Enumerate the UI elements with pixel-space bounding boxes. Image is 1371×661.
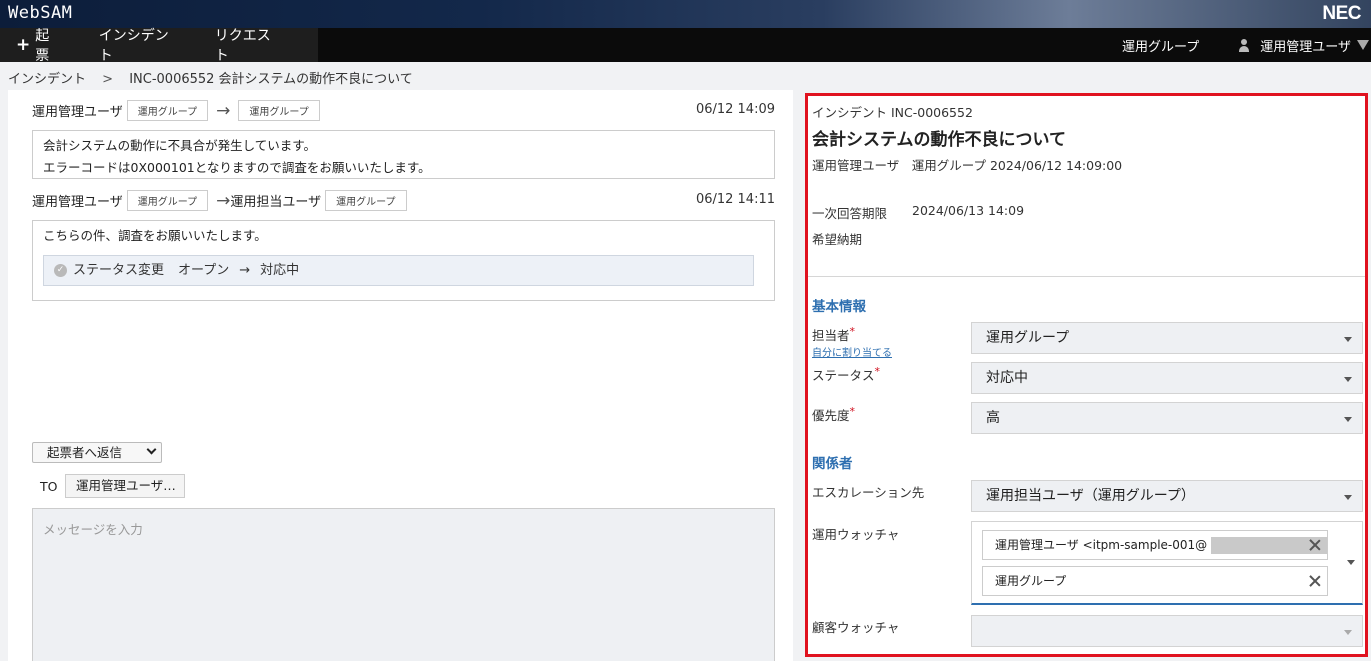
priority-value: 高 <box>986 410 1000 426</box>
desired-due-label: 希望納期 <box>812 232 863 247</box>
message-timestamp: 06/12 14:11 <box>695 192 775 207</box>
breadcrumb-root[interactable]: インシデント <box>8 72 86 87</box>
assignee-select[interactable]: 運用グループ <box>971 322 1363 354</box>
app-logo: WebSAM <box>8 3 73 23</box>
message-header: 運用管理ユーザ 運用グループ → 運用グループ <box>32 100 324 121</box>
message-header: 運用管理ユーザ 運用グループ → 運用担当ユーザ 運用グループ <box>32 190 411 211</box>
caret-down-icon <box>1357 40 1369 50</box>
watcher-chip: 運用グループ <box>982 566 1328 596</box>
breadcrumb: インシデント > INC-0006552 会計システムの動作不良について <box>8 68 413 87</box>
message-line: こちらの件、調査をお願いいたします。 <box>43 228 267 243</box>
escalation-select[interactable]: 運用担当ユーザ（運用グループ） <box>971 480 1363 512</box>
incident-id: インシデント INC-0006552 <box>812 105 973 120</box>
sender-group-tag: 運用グループ <box>126 190 209 211</box>
basic-info-heading: 基本情報 <box>812 299 866 315</box>
plus-icon: + <box>16 35 31 55</box>
status-from: オープン <box>178 262 230 278</box>
arrow-right-icon: → <box>216 190 231 211</box>
ops-watcher-select[interactable]: 運用管理ユーザ <itpm-sample-001@ 運用グループ <box>971 521 1363 605</box>
status-value: 対応中 <box>986 370 1028 386</box>
recipient-group-tag: 運用グループ <box>238 100 320 121</box>
to-label: TO <box>40 479 58 494</box>
message-sender: 運用管理ユーザ <box>32 105 123 120</box>
conversation-panel: 運用管理ユーザ 運用グループ → 運用グループ 06/12 14:09 会計シス… <box>8 90 793 661</box>
nav-item-incident[interactable]: インシデント <box>99 25 175 65</box>
create-button[interactable]: + 起票 <box>16 25 59 65</box>
message-line: エラーコードは0X000101となりますので調査をお願いいたします。 <box>43 160 431 175</box>
ops-watcher-label: 運用ウォッチャ <box>812 527 900 542</box>
nav-right: 運用グループ 運用管理ユーザ <box>1122 28 1371 62</box>
close-icon[interactable] <box>1309 575 1321 587</box>
arrow-right-icon: → <box>239 262 251 278</box>
assignee-label: 担当者* <box>812 325 856 343</box>
priority-label: 優先度* <box>812 405 856 423</box>
dropdown-arrow-icon <box>1344 337 1352 342</box>
dropdown-arrow-icon <box>1344 630 1352 635</box>
dropdown-arrow-icon <box>1344 417 1352 422</box>
status-label: ステータス* <box>812 365 881 383</box>
group-selector[interactable]: 運用グループ <box>1122 36 1199 55</box>
message-body: こちらの件、調査をお願いいたします。 ✓ ステータス変更 オープン → 対応中 <box>32 220 775 301</box>
user-icon <box>1237 38 1251 52</box>
reply-mode-value: 起票者へ返信 <box>47 445 123 460</box>
escalation-label: エスカレーション先 <box>812 485 925 500</box>
reply-mode-select[interactable]: 起票者へ返信 <box>32 442 162 463</box>
sender-group-tag: 運用グループ <box>126 100 209 121</box>
recipient-group-tag: 運用グループ <box>325 190 407 211</box>
message-line: 会計システムの動作に不具合が発生しています。 <box>43 138 317 153</box>
incident-detail-panel: インシデント INC-0006552 会計システムの動作不良について 運用管理ユ… <box>805 93 1368 657</box>
check-circle-icon: ✓ <box>54 264 67 277</box>
message-timestamp: 06/12 14:09 <box>695 102 775 117</box>
status-change-label: ステータス変更 <box>73 262 165 278</box>
status-to: 対応中 <box>260 262 300 278</box>
message-sender: 運用管理ユーザ <box>32 195 123 210</box>
chevron-down-icon <box>146 444 157 455</box>
escalation-value: 運用担当ユーザ（運用グループ） <box>986 488 1195 504</box>
incident-title: 会計システムの動作不良について <box>812 130 1066 150</box>
status-change-notice: ✓ ステータス変更 オープン → 対応中 <box>43 255 754 286</box>
to-recipient-chip[interactable]: 運用管理ユーザ… <box>65 474 185 498</box>
dropdown-arrow-icon <box>1347 560 1355 565</box>
nav-item-request[interactable]: リクエスト <box>215 25 278 65</box>
message-input-placeholder: メッセージを入力 <box>43 522 143 537</box>
assign-to-self-link[interactable]: 自分に割り当てる <box>812 344 892 359</box>
watcher-chip: 運用管理ユーザ <itpm-sample-001@ <box>982 530 1328 560</box>
customer-watcher-label: 顧客ウォッチャ <box>812 620 900 635</box>
divider <box>808 276 1365 277</box>
watcher-chip-label: 運用グループ <box>995 574 1067 588</box>
nav-menu: + 起票 インシデント リクエスト <box>0 25 318 65</box>
first-response-value: 2024/06/13 14:09 <box>912 203 1025 218</box>
main-navbar: + 起票 インシデント リクエスト 運用グループ 運用管理ユーザ <box>0 25 1371 65</box>
related-heading: 関係者 <box>812 456 853 472</box>
user-menu[interactable]: 運用管理ユーザ <box>1237 36 1369 55</box>
message-body: 会計システムの動作に不具合が発生しています。 エラーコードは0X000101とな… <box>32 130 775 179</box>
message-recipient: 運用担当ユーザ <box>230 195 322 210</box>
brand-logo: NEC <box>1322 3 1361 24</box>
priority-select[interactable]: 高 <box>971 402 1363 434</box>
first-response-label: 一次回答期限 <box>812 206 888 221</box>
user-name: 運用管理ユーザ <box>1260 39 1351 55</box>
incident-meta: 運用管理ユーザ 運用グループ 2024/06/12 14:09:00 <box>812 158 1123 173</box>
breadcrumb-current: INC-0006552 会計システムの動作不良について <box>129 72 413 87</box>
arrow-right-icon: → <box>216 100 231 121</box>
message-input[interactable]: メッセージを入力 <box>32 508 775 661</box>
breadcrumb-separator: > <box>102 72 114 87</box>
customer-watcher-select[interactable] <box>971 615 1363 647</box>
watcher-chip-label: 運用管理ユーザ <itpm-sample-001@ <box>995 538 1208 552</box>
create-label: 起票 <box>35 28 50 64</box>
close-icon[interactable] <box>1309 539 1321 551</box>
status-select[interactable]: 対応中 <box>971 362 1363 394</box>
top-banner: WebSAM NEC <box>0 0 1371 28</box>
dropdown-arrow-icon <box>1344 377 1352 382</box>
dropdown-arrow-icon <box>1344 495 1352 500</box>
assignee-value: 運用グループ <box>986 330 1070 346</box>
